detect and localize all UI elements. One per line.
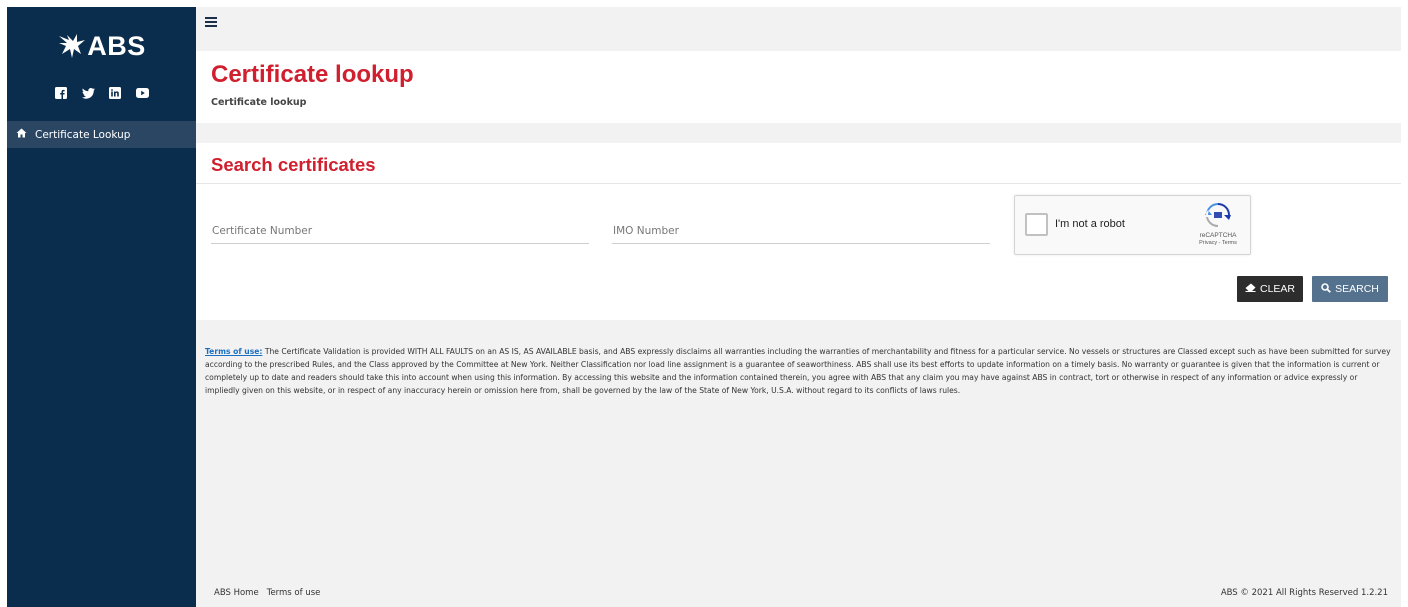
terms-text: The Certificate Validation is provided W… — [205, 347, 1391, 395]
twitter-icon[interactable] — [81, 87, 95, 100]
top-bar — [196, 7, 1401, 51]
eagle-icon — [57, 32, 87, 60]
youtube-icon[interactable] — [135, 87, 149, 100]
hamburger-menu-icon[interactable] — [205, 17, 217, 27]
search-button[interactable]: SEARCH — [1312, 276, 1388, 302]
page-title: Certificate lookup — [211, 61, 414, 88]
copyright: ABS © 2021 All Rights Reserved 1.2.21 — [1220, 587, 1388, 598]
recaptcha-widget: I'm not a robot reCAPTCHA Privacy - Term… — [1014, 195, 1251, 255]
recaptcha-label: I'm not a robot — [1055, 218, 1125, 230]
sidebar-item-label: Certificate Lookup — [35, 128, 131, 141]
search-button-label: SEARCH — [1335, 283, 1379, 295]
main-content: Certificate lookup Certificate lookup Se… — [196, 7, 1401, 607]
recaptcha-checkbox[interactable] — [1025, 213, 1048, 236]
app-frame: ABS Certificate Lookup Certificate looku… — [7, 7, 1401, 607]
page-header: Certificate lookup Certificate lookup — [196, 51, 1401, 123]
recaptcha-icon — [1205, 203, 1231, 231]
certificate-number-input[interactable] — [211, 223, 589, 244]
search-icon — [1321, 282, 1332, 296]
sidebar-item-certificate-lookup[interactable]: Certificate Lookup — [7, 121, 196, 148]
terms-of-use-link[interactable]: Terms of use: — [205, 347, 262, 356]
recaptcha-privacy-terms[interactable]: Privacy - Terms — [1196, 240, 1240, 246]
logo-text: ABS — [87, 30, 146, 61]
abs-logo[interactable]: ABS — [7, 7, 196, 71]
clear-button[interactable]: CLEAR — [1237, 276, 1303, 302]
terms-of-use-notice: Terms of use: The Certificate Validation… — [196, 320, 1401, 579]
facebook-icon[interactable] — [55, 87, 68, 100]
footer-terms-link[interactable]: Terms of use — [267, 588, 321, 598]
social-links — [7, 83, 196, 103]
section-spacer — [196, 123, 1401, 143]
footer-links: ABS Home Terms of use — [214, 588, 320, 598]
recaptcha-brand: reCAPTCHA — [1199, 232, 1237, 239]
sidebar: ABS Certificate Lookup — [7, 7, 196, 607]
breadcrumb: Certificate lookup — [211, 97, 307, 108]
home-icon — [16, 128, 27, 141]
search-card-header: Search certificates — [196, 143, 1401, 184]
abs-home-link[interactable]: ABS Home — [214, 588, 259, 598]
footer: ABS Home Terms of use ABS © 2021 All Rig… — [196, 579, 1401, 606]
eraser-icon — [1245, 283, 1256, 295]
linkedin-icon[interactable] — [109, 87, 122, 100]
clear-button-label: CLEAR — [1260, 283, 1296, 295]
imo-number-input[interactable] — [612, 223, 990, 244]
section-title: Search certificates — [211, 154, 376, 175]
search-card: Search certificates I'm not a robot — [196, 143, 1401, 320]
recaptcha-logo: reCAPTCHA Privacy - Terms — [1196, 203, 1240, 246]
